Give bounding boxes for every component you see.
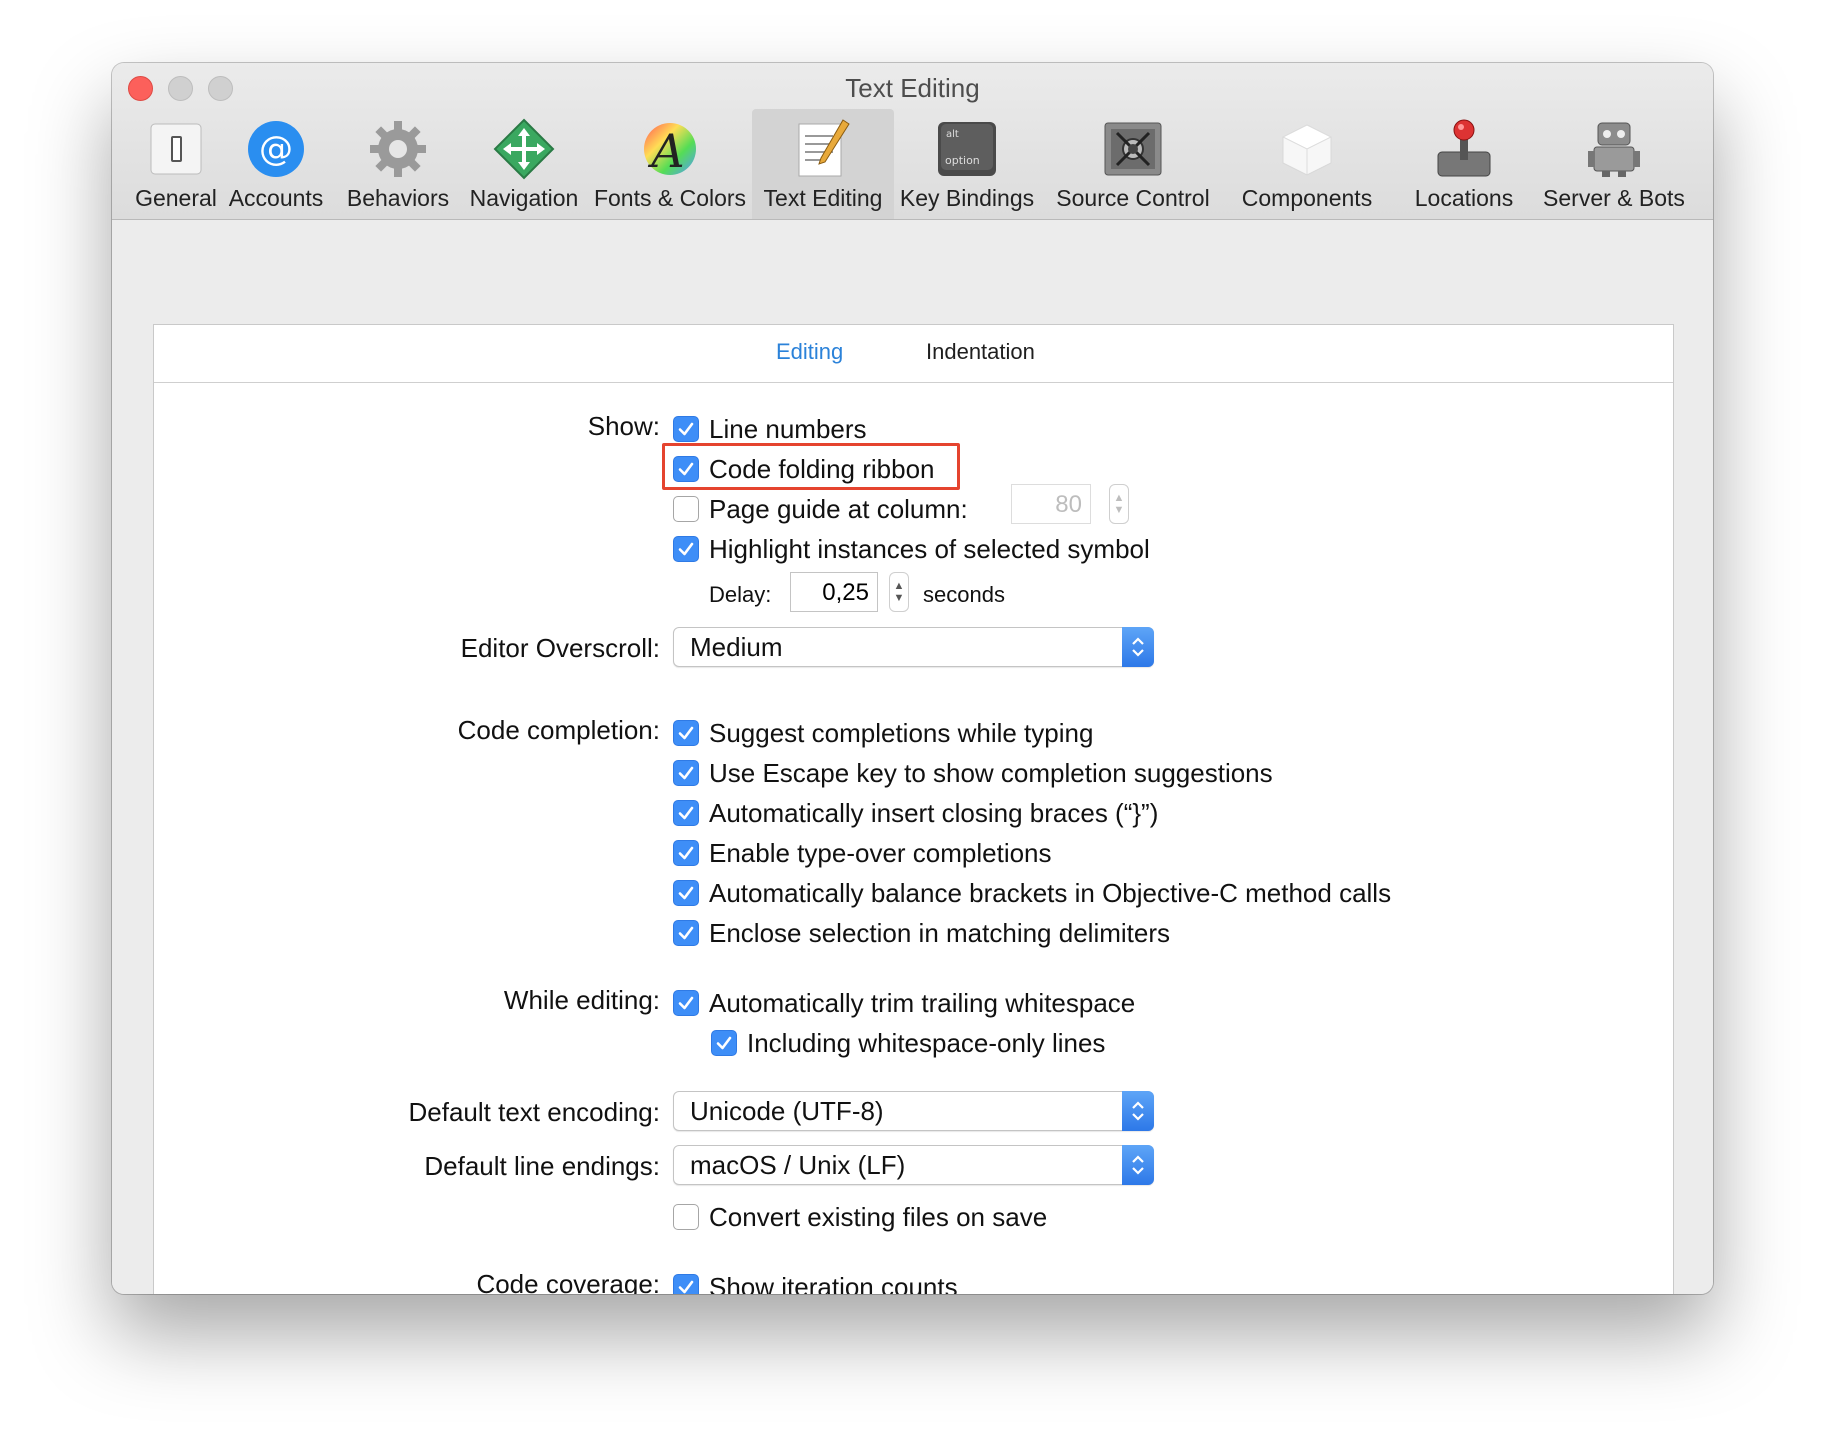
svg-text:option: option: [945, 154, 980, 167]
completion-checkbox[interactable]: [673, 880, 699, 906]
code-completion-label: Code completion:: [458, 715, 660, 746]
stepper-up-icon: ▲: [894, 580, 905, 592]
line-numbers-checkbox[interactable]: [673, 416, 699, 442]
toolbar-item-text-editing[interactable]: Text Editing: [752, 109, 894, 219]
delay-unit: seconds: [923, 582, 1005, 608]
completion-option[interactable]: Automatically insert closing braces (“}”…: [673, 797, 1158, 829]
highlight-instances-checkbox[interactable]: [673, 536, 699, 562]
overscroll-popup[interactable]: Medium: [673, 627, 1154, 667]
highlight-instances-option[interactable]: Highlight instances of selected symbol: [673, 533, 1150, 565]
popup-arrows-icon: [1122, 1091, 1154, 1131]
toolbar-item-source-control[interactable]: Source Control: [1052, 109, 1214, 219]
page-guide-checkbox[interactable]: [673, 496, 699, 522]
navigation-arrows-icon: [492, 117, 556, 181]
font-color-icon: A: [638, 117, 702, 181]
svg-text:A: A: [647, 124, 684, 178]
toolbar-item-locations[interactable]: Locations: [1402, 109, 1526, 219]
completion-checkbox[interactable]: [673, 720, 699, 746]
code-folding-checkbox[interactable]: [673, 456, 699, 482]
page-guide-option[interactable]: Page guide at column:: [673, 493, 968, 525]
stepper-down-icon: ▼: [894, 592, 905, 604]
whitespace-only-checkbox[interactable]: [711, 1030, 737, 1056]
completion-option[interactable]: Enable type-over completions: [673, 837, 1052, 869]
while-editing-label: While editing:: [504, 985, 660, 1016]
completion-checkbox[interactable]: [673, 920, 699, 946]
vault-icon: [1101, 117, 1165, 181]
trim-whitespace-checkbox[interactable]: [673, 990, 699, 1016]
overscroll-label: Editor Overscroll:: [461, 633, 660, 664]
toolbar-item-accounts[interactable]: @ Accounts: [224, 109, 328, 219]
delay-field[interactable]: 0,25: [790, 572, 878, 612]
show-label: Show:: [588, 411, 660, 442]
settings-panel: Editing Indentation Show: Line numbers C…: [153, 324, 1674, 1294]
convert-files-option[interactable]: Convert existing files on save: [673, 1201, 1047, 1233]
option-key-icon: alt option: [935, 117, 999, 181]
components-box-icon: [1275, 117, 1339, 181]
delay-stepper[interactable]: ▲▼: [889, 572, 909, 612]
delay-label: Delay:: [709, 582, 771, 608]
preferences-toolbar: General @ Accounts Behaviors: [112, 109, 1713, 219]
toolbar-item-general[interactable]: General: [124, 109, 228, 219]
title-bar: Text Editing General @ Accounts: [112, 63, 1713, 220]
window-title: Text Editing: [112, 73, 1713, 104]
at-sign-icon: @: [244, 117, 308, 181]
segmented-tabs: Editing Indentation: [154, 325, 1673, 383]
line-endings-label: Default line endings:: [424, 1151, 660, 1182]
toolbar-item-components[interactable]: Components: [1224, 109, 1390, 219]
robot-icon: [1582, 117, 1646, 181]
toolbar-item-server-bots[interactable]: Server & Bots: [1532, 109, 1696, 219]
popup-arrows-icon: [1122, 1145, 1154, 1185]
toolbar-item-behaviors[interactable]: Behaviors: [336, 109, 460, 219]
completion-option[interactable]: Enclose selection in matching delimiters: [673, 917, 1170, 949]
popup-arrows-icon: [1122, 627, 1154, 667]
preferences-window: Text Editing General @ Accounts: [112, 63, 1713, 1294]
completion-checkbox[interactable]: [673, 840, 699, 866]
code-folding-option[interactable]: Code folding ribbon: [673, 453, 935, 485]
whitespace-only-option[interactable]: Including whitespace-only lines: [711, 1027, 1105, 1059]
general-icon: [144, 117, 208, 181]
completion-checkbox[interactable]: [673, 760, 699, 786]
completion-option[interactable]: Use Escape key to show completion sugges…: [673, 757, 1273, 789]
completion-checkbox[interactable]: [673, 800, 699, 826]
svg-text:alt: alt: [946, 129, 959, 140]
svg-text:@: @: [259, 129, 293, 169]
line-numbers-option[interactable]: Line numbers: [673, 413, 867, 445]
stepper-up-icon: ▲: [1114, 492, 1125, 504]
trim-whitespace-option[interactable]: Automatically trim trailing whitespace: [673, 987, 1135, 1019]
convert-files-checkbox[interactable]: [673, 1204, 699, 1230]
content-area: Editing Indentation Show: Line numbers C…: [112, 221, 1713, 1294]
text-encoding-popup[interactable]: Unicode (UTF-8): [673, 1091, 1154, 1131]
code-coverage-label: Code coverage:: [476, 1269, 660, 1294]
toolbar-item-key-bindings[interactable]: altoption Key Bindings: [896, 109, 1038, 219]
stepper-down-icon: ▼: [1114, 504, 1125, 516]
joystick-icon: [1432, 117, 1496, 181]
tab-editing[interactable]: Editing: [776, 339, 843, 365]
page-guide-column-field[interactable]: 80: [1011, 484, 1091, 524]
toolbar-item-fonts-colors[interactable]: A Fonts & Colors: [590, 109, 750, 219]
text-encoding-label: Default text encoding:: [409, 1097, 661, 1128]
tab-indentation[interactable]: Indentation: [926, 339, 1035, 365]
toolbar-item-navigation[interactable]: Navigation: [458, 109, 590, 219]
text-editing-icon: [791, 117, 855, 181]
line-endings-popup[interactable]: macOS / Unix (LF): [673, 1145, 1154, 1185]
completion-option[interactable]: Suggest completions while typing: [673, 717, 1093, 749]
gear-icon: [366, 117, 430, 181]
completion-option[interactable]: Automatically balance brackets in Object…: [673, 877, 1391, 909]
iteration-counts-checkbox[interactable]: [673, 1274, 699, 1294]
page-guide-stepper[interactable]: ▲▼: [1109, 484, 1129, 524]
iteration-counts-option[interactable]: Show iteration counts: [673, 1271, 958, 1294]
